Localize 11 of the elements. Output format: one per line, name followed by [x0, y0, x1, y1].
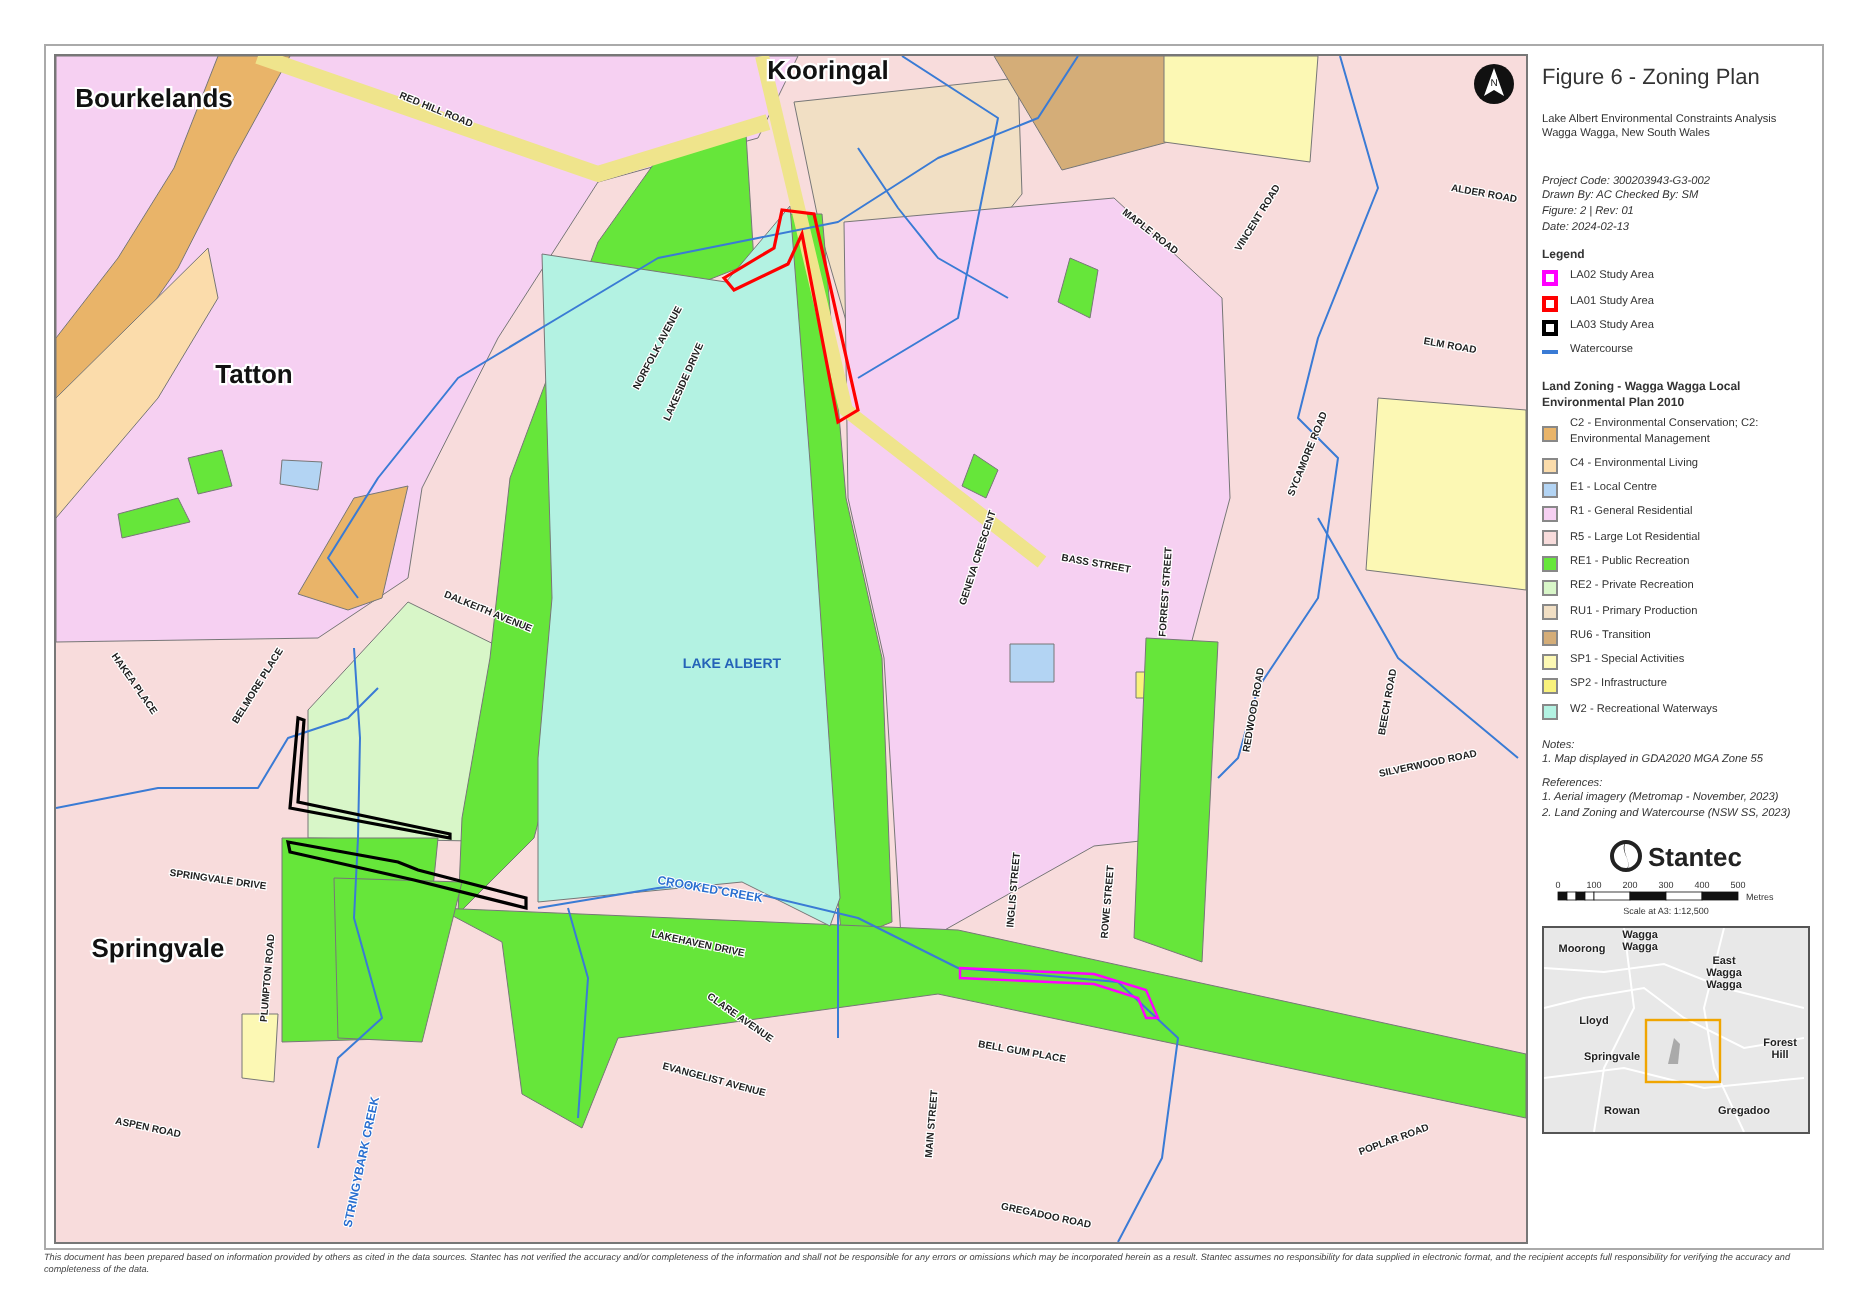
logo-text: Stantec	[1648, 839, 1742, 875]
zone-area	[1057, 257, 1099, 319]
suburb-label: Springvale	[91, 932, 225, 963]
logo-icon	[1610, 840, 1643, 873]
suburb-label: Kooringal	[767, 56, 889, 85]
locator-frame	[1644, 1018, 1722, 1084]
lake-shape	[1668, 1038, 1680, 1065]
zone-area	[961, 453, 999, 499]
suburb-label: Tatton	[215, 358, 293, 389]
zone-area	[1009, 643, 1055, 683]
figure-title: Figure 6 - Zoning Plan	[1542, 64, 1762, 94]
